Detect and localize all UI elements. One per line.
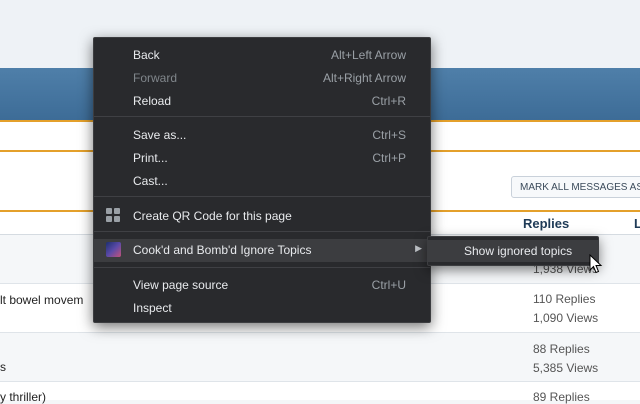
context-menu: Back Alt+Left Arrow Forward Alt+Right Ar…	[93, 37, 431, 323]
extension-submenu: Show ignored topics	[427, 236, 599, 266]
forward-menu-item: Forward Alt+Right Arrow	[94, 67, 430, 89]
views-count: 1,090 Views	[533, 311, 599, 325]
menu-item-shortcut: Ctrl+R	[371, 94, 406, 108]
extension-icon	[106, 242, 121, 257]
menu-item-label: Save as...	[133, 128, 187, 142]
menu-item-shortcut: Ctrl+S	[372, 128, 406, 142]
show-ignored-topics-menu-item[interactable]: Show ignored topics	[428, 240, 598, 262]
menu-separator	[94, 267, 430, 268]
ignore-topics-extension-menu-item[interactable]: Cook'd and Bomb'd Ignore Topics ▶	[94, 239, 430, 262]
menu-item-label: Reload	[133, 94, 172, 108]
menu-item-label: Print...	[133, 151, 168, 165]
cast-menu-item[interactable]: Cast...	[94, 170, 430, 192]
menu-item-shortcut: Ctrl+U	[371, 278, 406, 292]
reload-menu-item[interactable]: Reload Ctrl+R	[94, 90, 430, 112]
menu-item-label: Cook'd and Bomb'd Ignore Topics	[133, 243, 312, 257]
topic-title[interactable]: s	[0, 360, 6, 374]
mark-all-read-button[interactable]: MARK ALL MESSAGES AS	[511, 176, 640, 198]
menu-separator	[94, 116, 430, 117]
menu-item-label: Create QR Code for this page	[133, 209, 292, 223]
menu-separator	[94, 231, 430, 232]
menu-item-label: Forward	[133, 71, 178, 85]
menu-item-label: Back	[133, 48, 160, 62]
menu-item-label: Show ignored topics	[464, 244, 573, 258]
replies-count: 110 Replies	[533, 292, 596, 306]
menu-item-label: Cast...	[133, 174, 168, 188]
topic-title[interactable]: lt bowel movem	[0, 293, 83, 307]
replies-count: 89 Replies	[533, 390, 590, 404]
menu-separator	[94, 196, 430, 197]
table-row[interactable]: y thriller) 89 Replies	[0, 382, 640, 404]
menu-item-shortcut: Alt+Right Arrow	[322, 71, 406, 85]
save-as-menu-item[interactable]: Save as... Ctrl+S	[94, 124, 430, 146]
create-qr-code-menu-item[interactable]: Create QR Code for this page	[94, 205, 430, 227]
replies-count: 88 Replies	[533, 342, 590, 356]
menu-item-label: Inspect	[133, 301, 172, 315]
topic-title[interactable]: y thriller)	[0, 390, 46, 404]
mouse-cursor-icon	[589, 254, 603, 274]
menu-item-shortcut: Alt+Left Arrow	[330, 48, 406, 62]
menu-item-label: View page source	[133, 278, 229, 292]
inspect-menu-item[interactable]: Inspect	[94, 297, 430, 319]
views-count: 5,385 Views	[533, 361, 599, 375]
table-row[interactable]: s 88 Replies 5,385 Views	[0, 333, 640, 382]
view-page-source-menu-item[interactable]: View page source Ctrl+U	[94, 274, 430, 296]
replies-column-header[interactable]: Replies	[523, 216, 569, 231]
print-menu-item[interactable]: Print... Ctrl+P	[94, 147, 430, 169]
submenu-arrow-icon: ▶	[415, 243, 422, 253]
last-post-column-header[interactable]: L	[634, 216, 640, 231]
back-menu-item[interactable]: Back Alt+Left Arrow	[94, 44, 430, 66]
menu-item-shortcut: Ctrl+P	[372, 151, 406, 165]
qr-code-icon	[106, 208, 120, 222]
